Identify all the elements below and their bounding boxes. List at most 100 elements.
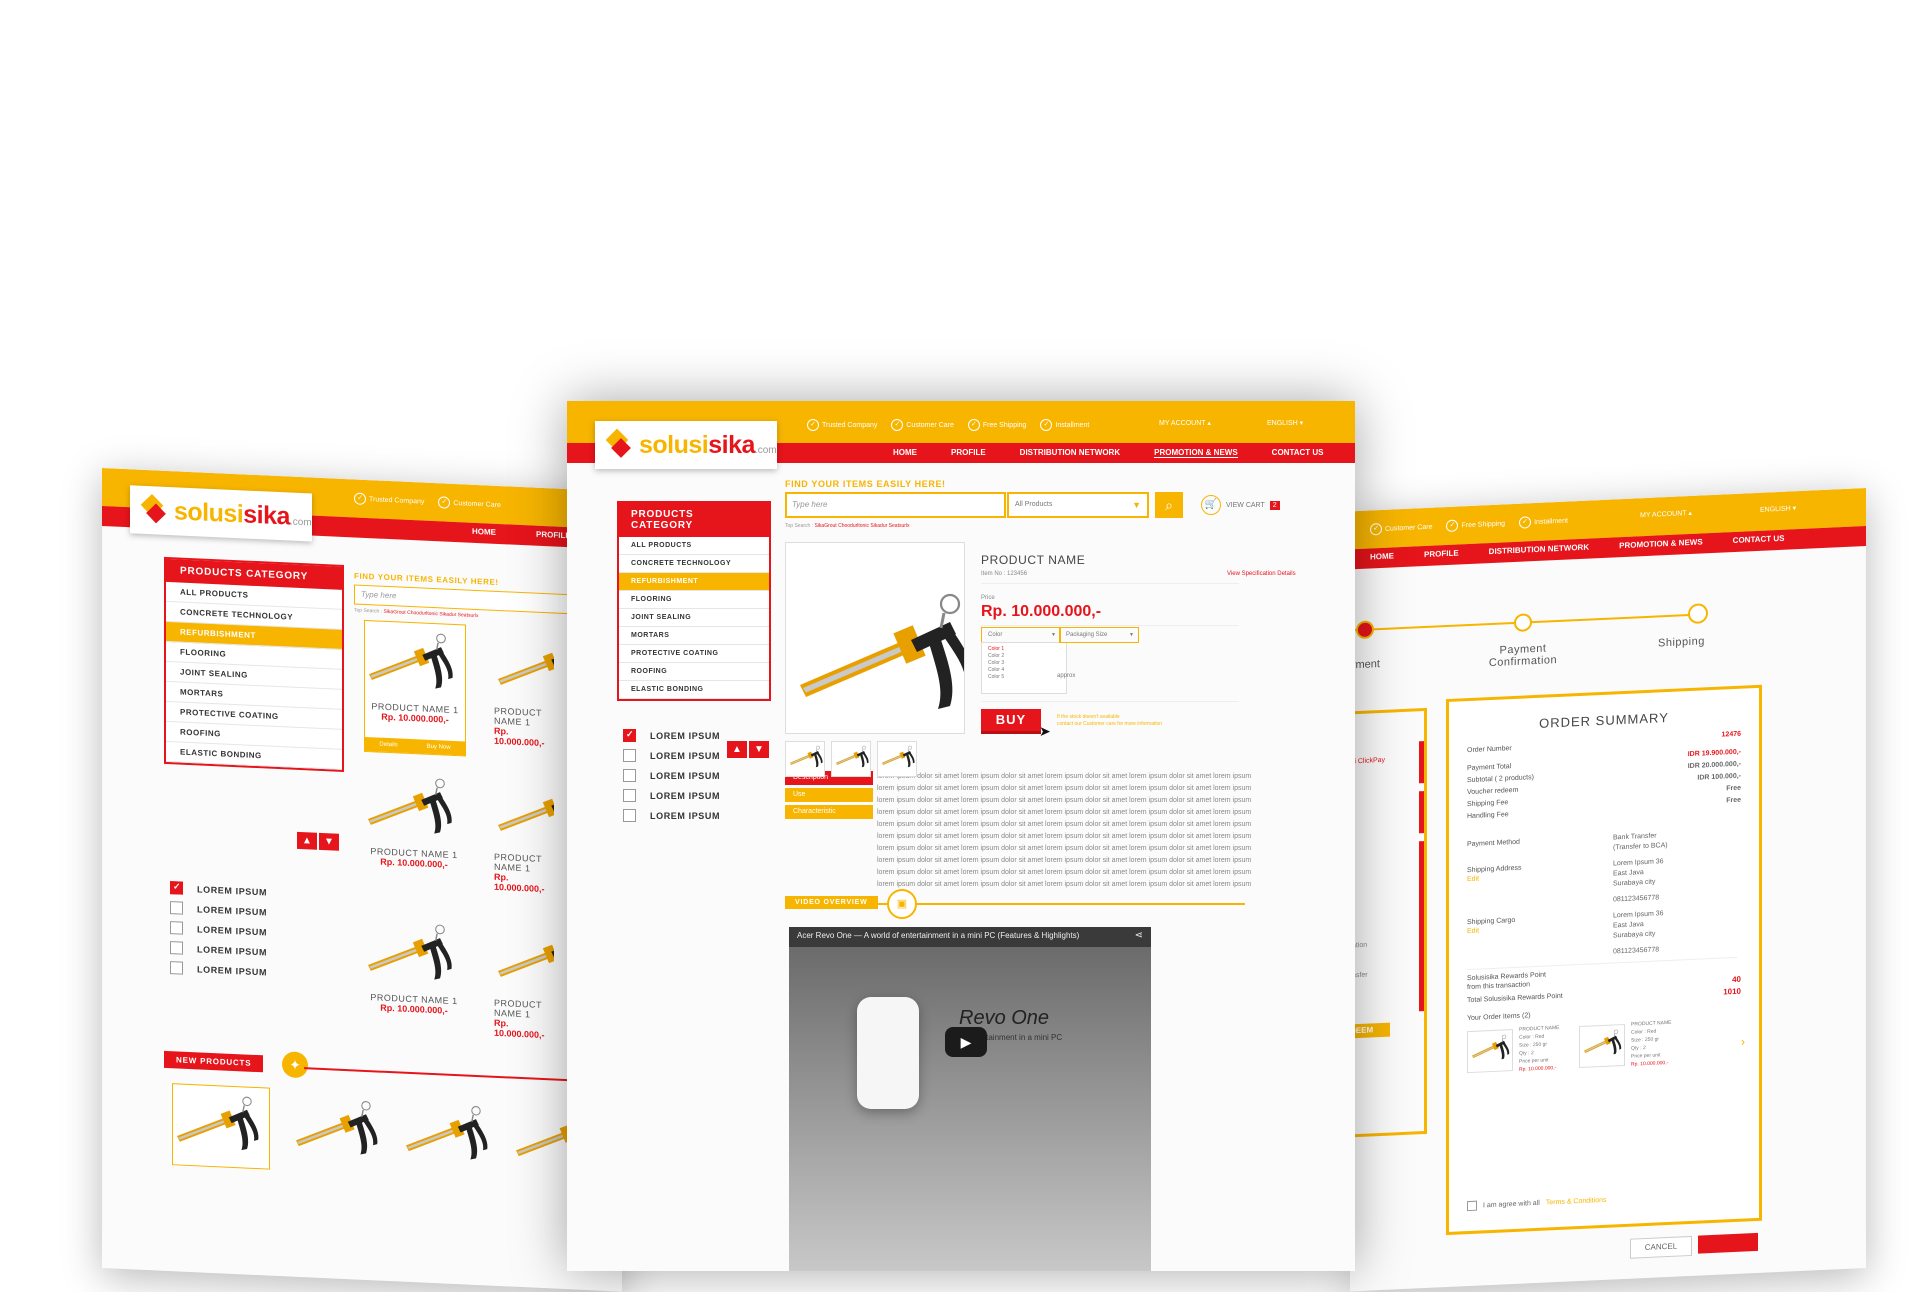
filter-option[interactable]: LOREM IPSUM — [170, 881, 267, 898]
filter-option[interactable]: LOREM IPSUM — [623, 729, 720, 742]
share-icon[interactable]: ⋖ — [1135, 930, 1143, 941]
edit-link[interactable]: Edit — [1467, 928, 1479, 936]
search-input[interactable]: Type here — [785, 492, 1006, 518]
color-option[interactable]: Color 1 — [988, 646, 1060, 653]
filter-option[interactable]: LOREM IPSUM — [623, 789, 720, 802]
filter-option[interactable]: LOREM IPSUM — [170, 961, 267, 978]
site-logo[interactable]: solusi sika .com — [130, 485, 312, 542]
color-option[interactable]: Color 4 — [988, 667, 1060, 674]
cancel-button[interactable]: CANCEL — [1630, 1235, 1692, 1259]
listing-page-mockup: solusisika.com Trusted Company Customer … — [102, 468, 622, 1292]
summary-label: from this transaction — [1467, 981, 1531, 992]
category-item[interactable]: REFURBISHMENT — [619, 573, 769, 591]
nav-home[interactable]: HOME — [893, 448, 917, 458]
terms-link[interactable]: Terms & Conditions — [1546, 1196, 1607, 1206]
clickpay-option[interactable]: ri ClickPay — [1352, 757, 1385, 766]
language-menu[interactable]: ENGLISH ▾ — [1267, 419, 1303, 427]
spec-details-link[interactable]: View Specification Details — [1227, 571, 1296, 577]
filter-option[interactable]: LOREM IPSUM — [170, 941, 267, 958]
filter-checkbox[interactable] — [623, 809, 636, 822]
product-tile[interactable]: PRODUCT NAME 1 Rp. 10.000.000,- — [364, 766, 464, 901]
my-account-menu[interactable]: MY ACCOUNT ▴ — [1159, 419, 1211, 427]
search-button[interactable]: ⌕ — [1155, 492, 1183, 518]
product-tile[interactable]: PRODUCT NAME 1 Rp. 10.000.000,- — [364, 912, 464, 1047]
product-detail-mockup: solusisika.com Trusted Company Customer … — [567, 401, 1355, 1271]
buy-button[interactable]: BUY — [981, 709, 1041, 731]
nav-home[interactable]: HOME — [1370, 551, 1394, 561]
color-select[interactable]: Color ▼ — [981, 627, 1061, 643]
redeem-button[interactable]: DEEM — [1350, 1022, 1390, 1039]
logo-text-a: solusi — [639, 430, 709, 459]
product-tile[interactable]: PRODUCT NAME 1 Rp. 10.000.000,- Details Buy… — [364, 619, 466, 757]
color-option[interactable]: Color 2 — [988, 653, 1060, 660]
nav-profile[interactable]: PROFILE — [536, 530, 571, 541]
category-item[interactable]: ELASTIC BONDING — [619, 681, 769, 699]
scroll-up-button[interactable]: ▲ — [297, 831, 317, 850]
scroll-up-button[interactable]: ▲ — [727, 741, 747, 758]
confirm-button[interactable] — [1698, 1232, 1758, 1254]
category-item[interactable]: CONCRETE TECHNOLOGY — [619, 555, 769, 573]
product-thumbnail[interactable] — [785, 741, 825, 777]
filter-checkbox[interactable] — [170, 901, 183, 915]
edit-link[interactable]: Edit — [1467, 876, 1479, 884]
filter-checkbox[interactable] — [623, 789, 636, 802]
packaging-select[interactable]: Packaging Size ▼ — [1059, 627, 1139, 643]
filter-checkbox[interactable] — [623, 749, 636, 762]
filter-option[interactable]: LOREM IPSUM — [623, 809, 720, 822]
scroll-down-button[interactable]: ▼ — [319, 832, 339, 851]
filter-checkbox[interactable] — [170, 961, 183, 975]
agree-checkbox[interactable] — [1467, 1200, 1477, 1212]
option-marker — [1419, 841, 1424, 1012]
play-button[interactable]: ▶ — [945, 1027, 987, 1057]
view-cart[interactable]: 🛒 VIEW CART 2 — [1201, 495, 1280, 515]
scroll-down-button[interactable]: ▼ — [749, 741, 769, 758]
nav-promotion[interactable]: PROMOTION & NEWS — [1154, 448, 1238, 458]
language-menu[interactable]: ENGLISH ▾ — [1760, 504, 1796, 514]
category-item[interactable]: PROTECTIVE COATING — [619, 645, 769, 663]
new-product-tile[interactable] — [172, 1083, 270, 1170]
filter-option[interactable]: LOREM IPSUM — [623, 769, 720, 782]
new-product-tile[interactable] — [292, 1089, 388, 1173]
nav-profile[interactable]: PROFILE — [951, 448, 986, 458]
nav-home[interactable]: HOME — [472, 527, 496, 537]
top-search-terms[interactable]: SikaGrout Choodurltonic Sikadur Seatsurl… — [383, 609, 478, 619]
product-main-image[interactable] — [785, 542, 975, 734]
product-tile[interactable]: PRODUCT NAME 1 Rp. 10.000.000,- — [494, 772, 554, 905]
nav-contact[interactable]: CONTACT US — [1272, 448, 1324, 458]
new-product-tile[interactable] — [402, 1094, 498, 1178]
category-item[interactable]: JOINT SEALING — [619, 609, 769, 627]
product-thumbnail[interactable] — [877, 741, 917, 777]
summary-value: Free — [1726, 784, 1741, 793]
buy-now-button[interactable]: Buy Now — [427, 740, 451, 755]
product-thumbnail[interactable] — [831, 741, 871, 777]
approx-label: approx — [1057, 673, 1076, 679]
chevron-right-icon[interactable]: › — [1741, 1034, 1745, 1048]
filter-checkbox[interactable] — [623, 769, 636, 782]
category-select[interactable]: All Products ▼ — [1007, 492, 1149, 518]
product-tile[interactable]: PRODUCT NAME 1 Rp. 10.000.000,- — [494, 626, 554, 759]
order-item-detail: Price per unit — [1631, 1052, 1661, 1060]
color-option[interactable]: Color 5 — [988, 674, 1060, 681]
filter-option[interactable]: LOREM IPSUM — [170, 921, 267, 938]
filter-checkbox[interactable] — [170, 921, 183, 935]
color-option[interactable]: Color 3 — [988, 660, 1060, 667]
category-item[interactable]: ALL PRODUCTS — [619, 537, 769, 555]
filter-checkbox[interactable] — [623, 729, 636, 742]
video-player[interactable]: Acer Revo One — A world of entertainment… — [789, 927, 1151, 1271]
nav-profile[interactable]: PROFILE — [1424, 548, 1459, 559]
product-tile[interactable]: PRODUCT NAME 1 Rp. 10.000.000,- — [494, 918, 554, 1051]
tab-use[interactable]: Use — [785, 788, 873, 802]
filter-option[interactable]: LOREM IPSUM — [170, 901, 267, 918]
site-logo[interactable]: solusi sika .com — [595, 421, 777, 469]
filter-checkbox[interactable] — [170, 941, 183, 955]
summary-value: IDR 19.900.000,- — [1687, 748, 1741, 759]
category-item[interactable]: ROOFING — [619, 663, 769, 681]
category-item[interactable]: FLOORING — [619, 591, 769, 609]
top-search-terms[interactable]: SikaGrout Choodurltonic Sikadur Seatsurl… — [814, 523, 909, 529]
category-item[interactable]: MORTARS — [619, 627, 769, 645]
filter-option[interactable]: LOREM IPSUM — [623, 749, 720, 762]
nav-distribution[interactable]: DISTRIBUTION NETWORK — [1020, 448, 1120, 458]
tab-characteristic[interactable]: Characteristic — [785, 805, 873, 819]
details-button[interactable]: Details — [379, 738, 397, 753]
filter-checkbox[interactable] — [170, 881, 183, 895]
